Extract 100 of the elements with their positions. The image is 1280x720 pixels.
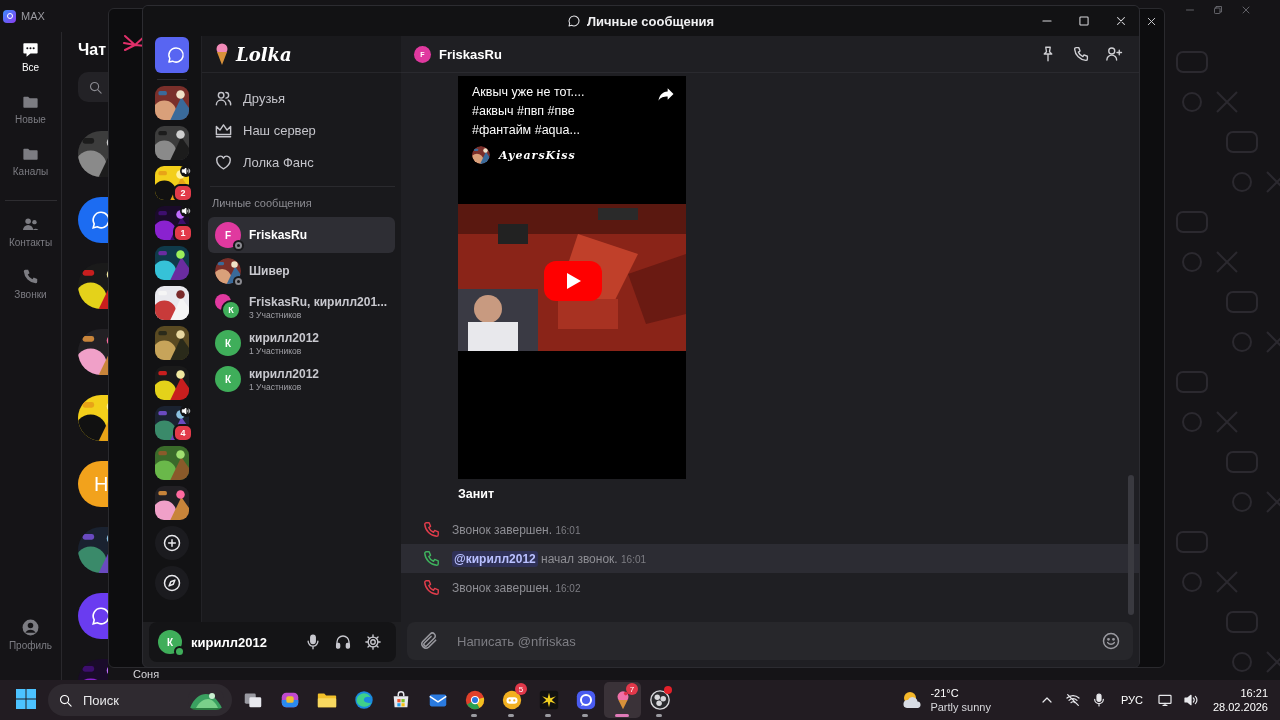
scrollbar[interactable] <box>1128 475 1134 615</box>
temperature: -21°C <box>930 686 960 700</box>
page-heading: Чат <box>78 41 106 59</box>
chat-avatar[interactable] <box>78 593 108 639</box>
paperclip-icon <box>419 631 439 651</box>
headphones-button[interactable] <box>334 633 352 651</box>
sidebar-item[interactable]: Лолка Фанс <box>208 146 395 178</box>
windows-icon <box>14 687 38 711</box>
aperture-icon <box>648 689 671 711</box>
status-indicator <box>233 240 244 251</box>
unread-count: 4 <box>173 424 193 442</box>
language-button[interactable]: РУС <box>1120 694 1143 706</box>
chat-icon <box>165 45 186 65</box>
nav-item[interactable]: Звонки <box>0 267 61 319</box>
conversation-item[interactable]: К кирилл2012 1 Участников <box>208 325 395 361</box>
avatar: К <box>215 366 241 392</box>
chat-bubble-icon <box>566 14 581 28</box>
search-field[interactable]: Поиск <box>81 691 171 709</box>
volume-button[interactable] <box>1182 692 1199 708</box>
channel-name: AyearsKiss <box>499 148 576 162</box>
status-indicator <box>233 276 244 287</box>
running-indicator <box>471 714 477 717</box>
headphones-icon <box>334 633 352 651</box>
heart-icon <box>214 152 233 172</box>
sidebar-item[interactable]: Наш сервер <box>208 114 395 146</box>
call-button[interactable] <box>1072 45 1090 63</box>
phone-icon <box>21 267 40 286</box>
message-field[interactable]: Написать @nfriskas <box>455 632 1085 650</box>
call-notice: Звонок завершен. 16:01 <box>452 522 581 537</box>
explore-button[interactable] <box>155 566 189 600</box>
avatar: К <box>158 630 182 654</box>
conversation-item[interactable]: К FriskasRu, кирилл201... 3 Участников <box>208 289 395 325</box>
attach-button[interactable] <box>419 631 439 651</box>
window-title: Личные сообщения <box>586 13 715 29</box>
section-label: Личные сообщения <box>211 197 313 209</box>
app-logo-icon <box>3 9 16 23</box>
emoji-button[interactable] <box>1101 631 1121 651</box>
profile-icon <box>21 618 40 637</box>
running-indicator <box>615 714 629 717</box>
nav-item[interactable]: Каналы <box>0 144 61 196</box>
speaker-icon <box>180 205 192 217</box>
close-icon <box>1240 4 1252 16</box>
composer-bar[interactable]: Написать @nfriskas <box>407 622 1133 660</box>
nav-item[interactable]: Все <box>0 40 61 92</box>
search-icon <box>88 79 103 95</box>
maximize-icon <box>1076 14 1091 28</box>
display-icon <box>1156 692 1173 708</box>
avatar: F <box>215 222 241 248</box>
conversation-item[interactable]: К кирилл2012 1 Участников <box>208 361 395 397</box>
speaker-icon <box>180 405 192 417</box>
add-user-icon <box>1105 45 1123 63</box>
weather-description: Partly sunny <box>930 700 991 714</box>
running-indicator <box>582 714 588 717</box>
speaker-icon <box>180 165 192 177</box>
swirl-icon <box>352 689 375 711</box>
settings-icon <box>364 633 382 651</box>
tricolor-circle-icon <box>463 689 486 711</box>
settings-button[interactable] <box>364 633 382 651</box>
chat-icon <box>21 40 40 59</box>
add-user-button[interactable] <box>1105 45 1123 63</box>
profile-button[interactable]: Профиль <box>0 618 61 658</box>
taskbar-app[interactable]: 5 <box>493 682 530 718</box>
taskbar-app[interactable]: 7 <box>604 682 641 718</box>
speaker-icon <box>1182 692 1199 708</box>
ice-cream-icon <box>214 43 230 65</box>
display-button[interactable] <box>1156 692 1173 708</box>
running-indicator <box>656 714 662 717</box>
unread-count: 2 <box>173 184 193 202</box>
starburst-icon <box>537 689 560 711</box>
search-bar[interactable]: Поиск <box>48 684 232 716</box>
restore-icon <box>1212 4 1224 16</box>
nav-item[interactable]: Контакты <box>0 215 61 267</box>
conversation-item[interactable]: Шивер <box>208 253 395 289</box>
nav-item[interactable]: Новые <box>0 92 61 144</box>
sidebar-item[interactable]: Друзья <box>208 82 395 114</box>
chat-avatar[interactable] <box>78 197 108 243</box>
video-title: Аквыч уже не тот.... #аквыч #пвп #пве #фантайм #aqua... <box>471 84 586 139</box>
notification-count: 7 <box>626 683 638 695</box>
status-indicator <box>174 646 185 657</box>
avatar: К <box>221 300 241 320</box>
username: кирилл2012 <box>191 634 268 650</box>
gamepad-icon <box>500 689 523 711</box>
phone-icon <box>1072 45 1090 63</box>
clock[interactable]: 16:21 28.02.2026 <box>1198 686 1280 714</box>
call-notice: Звонок завершен. 16:02 <box>452 580 581 595</box>
call-notice: @кирилл2012 начал звонок. 16:01 <box>452 551 647 566</box>
search-icon <box>58 692 73 708</box>
running-indicator <box>545 714 551 717</box>
notification-count: 5 <box>515 683 527 695</box>
conversation-title: FriskasRu <box>439 46 503 62</box>
add-server-button[interactable] <box>155 526 189 560</box>
brand-name: Lolka <box>236 43 292 65</box>
search-field[interactable] <box>78 72 108 102</box>
network-button[interactable] <box>1064 692 1081 708</box>
direct-messages-button[interactable] <box>155 37 189 73</box>
smiley-icon <box>1101 631 1121 651</box>
chat-name: Соня <box>133 669 160 680</box>
play-button[interactable] <box>544 261 602 301</box>
chat-app-icon <box>574 689 597 711</box>
conversation-item[interactable]: F FriskasRu <box>208 217 395 253</box>
